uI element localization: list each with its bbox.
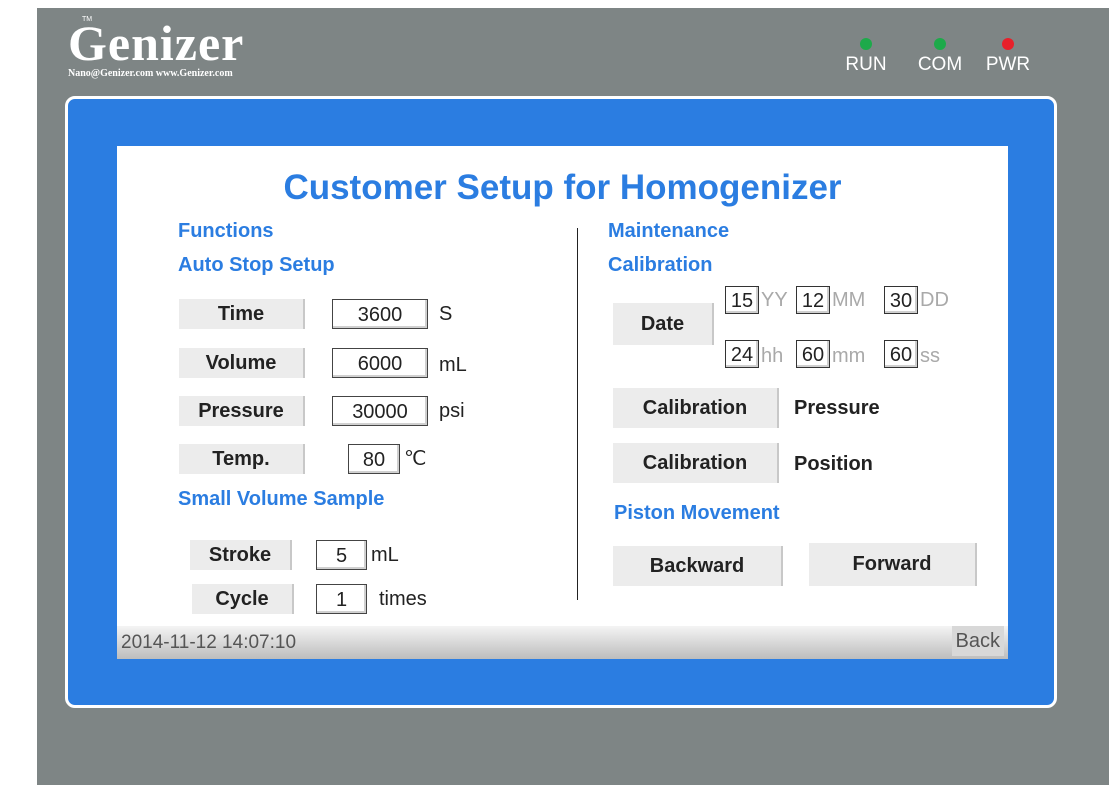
- stroke-unit: mL: [371, 544, 399, 566]
- day-unit: DD: [920, 289, 949, 311]
- pressure-input[interactable]: 30000: [332, 396, 428, 426]
- day-input[interactable]: 30: [884, 286, 918, 314]
- time-unit: S: [439, 303, 453, 325]
- brand-contact: Nano@Genizer.com www.Genizer.com: [68, 68, 233, 79]
- current-datetime: 2014-11-12 14:07:10: [121, 632, 297, 653]
- status-bar: 2014-11-12 14:07:10 Back: [117, 626, 1008, 659]
- volume-unit: mL: [439, 354, 467, 376]
- brand-logo: TM Genizer Nano@Genizer.com www.Genizer.…: [68, 14, 244, 79]
- hour-input[interactable]: 24: [725, 340, 759, 368]
- maintenance-heading: Maintenance: [608, 220, 730, 242]
- year-input[interactable]: 15: [725, 286, 759, 314]
- pwr-indicator: PWR: [978, 38, 1038, 76]
- pressure-unit: psi: [439, 400, 465, 422]
- volume-input[interactable]: 6000: [332, 348, 428, 378]
- minute-input[interactable]: 60: [796, 340, 830, 368]
- piston-forward-button[interactable]: Forward: [809, 543, 977, 586]
- page-title: Customer Setup for Homogenizer: [283, 168, 842, 207]
- second-input[interactable]: 60: [884, 340, 918, 368]
- column-divider: [577, 228, 578, 600]
- time-input[interactable]: 3600: [332, 299, 428, 329]
- stroke-input[interactable]: 5: [316, 540, 367, 570]
- minute-unit: mm: [832, 345, 866, 367]
- hmi-screen: Customer Setup for Homogenizer Functions…: [117, 146, 1008, 659]
- stroke-button[interactable]: Stroke: [190, 540, 292, 570]
- calibrate-position-button[interactable]: Calibration: [613, 443, 779, 483]
- run-indicator: RUN: [836, 38, 896, 76]
- temp-unit: ℃: [404, 448, 427, 470]
- calibration-heading: Calibration: [608, 254, 713, 276]
- position-calibration-label: Position: [794, 453, 873, 475]
- cycle-unit: times: [379, 588, 427, 610]
- date-button[interactable]: Date: [613, 303, 714, 345]
- functions-heading: Functions: [178, 220, 274, 242]
- year-unit: YY: [761, 289, 788, 311]
- volume-button[interactable]: Volume: [179, 348, 305, 378]
- hour-unit: hh: [761, 345, 784, 367]
- pressure-calibration-label: Pressure: [794, 397, 880, 419]
- trademark-mark: TM: [82, 16, 93, 23]
- com-indicator-label: COM: [917, 54, 963, 75]
- second-unit: ss: [920, 345, 940, 367]
- small-volume-heading: Small Volume Sample: [178, 488, 385, 510]
- temp-button[interactable]: Temp.: [179, 444, 305, 474]
- run-indicator-label: RUN: [845, 54, 887, 75]
- auto-stop-heading: Auto Stop Setup: [178, 254, 335, 276]
- pressure-button[interactable]: Pressure: [179, 396, 305, 426]
- calibrate-pressure-button[interactable]: Calibration: [613, 388, 779, 428]
- com-led-icon: [934, 38, 946, 50]
- com-indicator: COM: [910, 38, 970, 76]
- back-button[interactable]: Back: [951, 626, 1004, 656]
- cycle-button[interactable]: Cycle: [192, 584, 294, 614]
- piston-movement-heading: Piston Movement: [614, 502, 780, 524]
- time-button[interactable]: Time: [179, 299, 305, 329]
- cycle-input[interactable]: 1: [316, 584, 367, 614]
- run-led-icon: [860, 38, 872, 50]
- temp-input[interactable]: 80: [348, 444, 400, 474]
- pwr-indicator-label: PWR: [985, 54, 1031, 75]
- month-input[interactable]: 12: [796, 286, 830, 314]
- piston-backward-button[interactable]: Backward: [613, 546, 783, 586]
- month-unit: MM: [832, 289, 866, 311]
- brand-name: Genizer: [68, 15, 245, 71]
- pwr-led-icon: [1002, 38, 1014, 50]
